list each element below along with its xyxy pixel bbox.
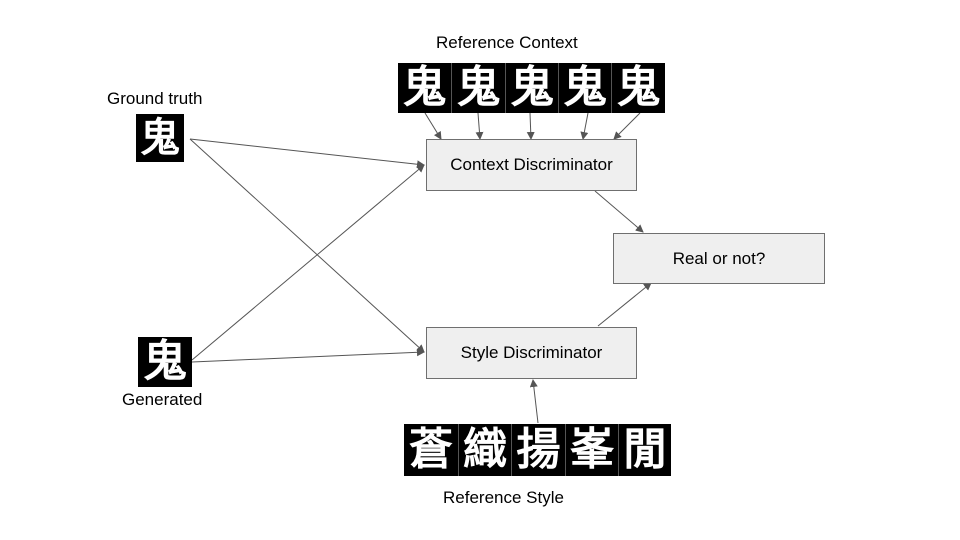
generated-glyph: 鬼	[143, 337, 187, 387]
reference-context-label: Reference Context	[436, 33, 578, 52]
arrow-ref-style-to-style	[529, 379, 539, 424]
context-discriminator-box: Context Discriminator	[426, 139, 637, 191]
reference-style-glyph: 揚	[516, 424, 561, 475]
reference-context-glyph: 鬼	[616, 63, 661, 113]
generated-image: 鬼	[138, 337, 192, 387]
arrow-context-to-real	[594, 190, 644, 233]
reference-style-glyph: 峯	[570, 424, 614, 475]
reference-context-image: 鬼	[611, 63, 665, 113]
reference-style-image: 峯	[565, 424, 618, 476]
reference-style-image: 蒼	[404, 424, 458, 476]
ground-truth-label: Ground truth	[107, 89, 203, 108]
reference-context-strip: 鬼 鬼 鬼 鬼 鬼	[398, 63, 665, 113]
ground-truth-glyph: 鬼	[140, 114, 180, 161]
reference-context-image: 鬼	[398, 63, 451, 113]
reference-style-glyph: 蒼	[409, 424, 453, 475]
arrow-style-to-real	[597, 282, 652, 327]
arrow-ref-context-3	[526, 112, 535, 140]
arrow-generated-to-context	[191, 164, 425, 361]
ground-truth-image: 鬼	[136, 114, 184, 162]
arrow-ref-context-1	[424, 112, 442, 140]
context-discriminator-label: Context Discriminator	[450, 155, 613, 174]
reference-style-image: 閒	[618, 424, 671, 476]
reference-style-strip: 蒼 織 揚 峯 閒	[404, 424, 671, 476]
arrow-ref-context-2	[475, 112, 484, 140]
reference-style-image: 織	[458, 424, 511, 476]
real-or-not-box: Real or not?	[613, 233, 825, 284]
arrow-ref-context-4	[580, 112, 589, 140]
reference-style-image: 揚	[511, 424, 565, 476]
real-or-not-label: Real or not?	[672, 248, 766, 268]
reference-style-glyph: 閒	[623, 424, 667, 475]
reference-context-glyph: 鬼	[563, 63, 607, 113]
arrow-ground-truth-to-style	[189, 138, 425, 353]
reference-context-image: 鬼	[451, 63, 505, 113]
reference-context-glyph: 鬼	[456, 63, 501, 113]
reference-context-glyph: 鬼	[402, 63, 447, 113]
reference-style-label: Reference Style	[443, 488, 564, 507]
arrow-ref-context-5	[613, 112, 641, 140]
reference-context-image: 鬼	[505, 63, 558, 113]
reference-style-glyph: 織	[463, 424, 507, 475]
reference-context-glyph: 鬼	[510, 63, 554, 113]
arrow-ground-truth-to-context	[189, 138, 425, 169]
style-discriminator-label: Style Discriminator	[460, 343, 603, 362]
generated-label: Generated	[122, 390, 203, 409]
style-discriminator-box: Style Discriminator	[426, 327, 637, 379]
arrow-generated-to-style	[191, 348, 425, 363]
reference-context-image: 鬼	[558, 63, 611, 113]
